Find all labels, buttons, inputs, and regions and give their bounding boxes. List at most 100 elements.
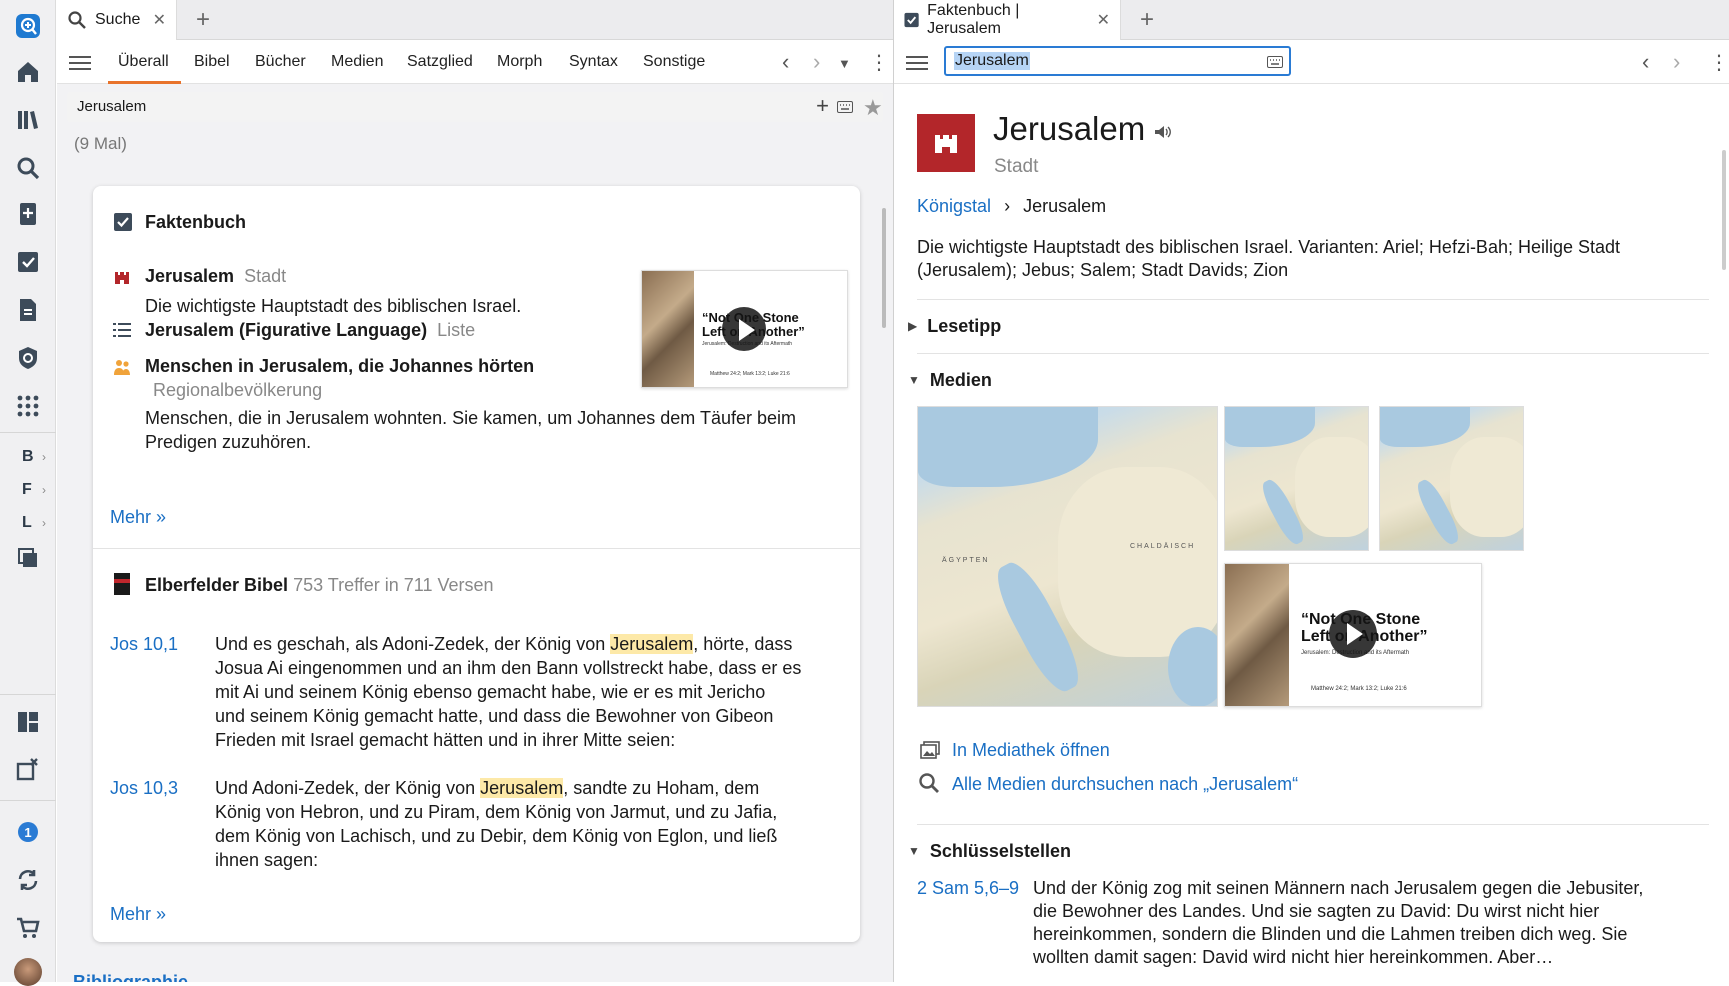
tab-medien[interactable]: Medien [331,53,383,71]
bible-more-link[interactable]: Mehr » [110,904,166,925]
chevron-right-icon: › [42,516,46,530]
back-button[interactable]: ‹ [782,49,789,75]
bibliography-heading[interactable]: Bibliographie [73,972,188,982]
cart-icon[interactable] [14,914,42,942]
tab-bibel[interactable]: Bibel [194,53,230,71]
star-icon[interactable]: ★ [863,95,883,121]
layouts-icon[interactable] [14,708,42,736]
tab-syntax[interactable]: Syntax [569,53,618,71]
library-icon[interactable] [14,106,42,134]
factbook-search-input[interactable]: Jerusalem [944,46,1291,76]
key-passage-text: hereinkommen, sondern die Blinden und di… [1033,924,1628,944]
stone-image [642,271,694,387]
section-medien[interactable]: ▼ Medien [908,370,992,391]
search-toolbar [57,40,893,84]
new-tab-button[interactable]: + [189,6,217,34]
section-schluesselstellen[interactable]: ▼ Schlüsselstellen [908,841,1071,862]
shield-icon[interactable] [14,344,42,372]
section-lesetipp[interactable]: ▶ Lesetipp [908,316,1001,337]
tab-ueberall[interactable]: Überall [108,53,181,84]
sync-icon[interactable] [14,866,42,894]
document-icon[interactable] [14,296,42,324]
home-icon[interactable] [14,58,42,86]
history-dropdown-icon[interactable]: ▼ [838,56,851,71]
search-icon[interactable] [14,154,42,182]
verse-text-line: und seinem König gemacht hatte, und dass… [215,706,774,726]
breadcrumb-current: Jerusalem [1023,196,1107,216]
page-title: Jerusalem [993,110,1146,147]
city-badge-icon [917,114,975,172]
close-tab-icon[interactable]: ✕ [1097,10,1110,30]
shortcut-b[interactable]: B [22,448,34,466]
add-icon[interactable]: + [816,93,829,119]
new-tab-button[interactable]: + [1133,6,1161,34]
fact-item-figurative[interactable]: Jerusalem (Figurative Language) Liste [145,318,475,342]
shortcut-f[interactable]: F [22,481,32,499]
panel-menu-icon[interactable] [906,52,928,72]
video-thumbnail[interactable]: “Not One StoneLeft on Another” Jerusalem… [641,270,848,388]
tab-satzglied[interactable]: Satzglied [407,53,473,71]
breadcrumb-parent[interactable]: Königstal [917,196,991,216]
forward-button[interactable]: › [813,49,820,75]
triangle-down-icon: ▼ [908,373,920,387]
play-icon[interactable] [1329,610,1377,658]
open-media-library-link[interactable]: In Mediathek öffnen [952,738,1110,762]
factbook-icon [114,213,132,231]
fact-item-people-kind: Regionalbevölkerung [153,380,323,400]
search-panel: Suche ✕ + Überall Bibel Bücher Medien Sa… [57,0,893,982]
back-button[interactable]: ‹ [1642,49,1649,75]
fact-item-jerusalem[interactable]: Jerusalem Stadt [145,264,286,288]
tab-buecher[interactable]: Bücher [255,53,306,71]
map-thumbnail-large[interactable]: ÄGYPTEN CHALDÄISCH [917,406,1218,707]
shortcut-l[interactable]: L [22,514,32,532]
app-rail: B › F › L › 1 [0,0,56,986]
verse-text-line: Frieden mit Israel gemacht hätten und in… [215,730,676,750]
keyboard-icon[interactable] [837,101,853,113]
breadcrumb: Königstal › Jerusalem [917,196,1107,216]
tab-bar: Faktenbuch | Jerusalem ✕ + [894,0,1729,40]
speaker-icon[interactable] [1154,124,1172,140]
search-input[interactable]: Jerusalem + [67,92,883,122]
logos-app-icon[interactable] [14,12,42,40]
key-passage-text: wollten damit sagen: David wird nicht hi… [1033,947,1554,967]
factbook-icon [904,12,919,28]
bible-heading[interactable]: Elberfelder Bibel 753 Treffer in 711 Ver… [145,573,494,597]
fact-more-link[interactable]: Mehr » [110,507,166,528]
tab-suche[interactable]: Suche ✕ [57,0,177,40]
notification-badge[interactable]: 1 [14,818,42,846]
apps-grid-icon[interactable] [14,392,42,420]
more-options-icon[interactable]: ⋮ [1709,50,1729,75]
tab-faktenbuch[interactable]: Faktenbuch | Jerusalem ✕ [894,0,1121,40]
close-tab-icon[interactable]: ✕ [153,10,166,30]
video-thumbnail[interactable]: “Not One StoneLeft on Another” Jerusalem… [1224,563,1482,707]
search-all-media-link[interactable]: Alle Medien durchsuchen nach „Jerusalem“ [952,772,1298,796]
more-options-icon[interactable]: ⋮ [869,50,889,75]
map-thumbnail[interactable] [1224,406,1369,551]
stone-image [1225,564,1289,706]
factbook-icon[interactable] [14,248,42,276]
entity-kind: Stadt [994,156,1039,177]
chevron-right-icon: › [42,450,46,464]
map-thumbnail[interactable] [1379,406,1524,551]
panel-menu-icon[interactable] [69,52,91,72]
copy-icon[interactable] [14,544,42,572]
tab-morph[interactable]: Morph [497,53,542,71]
verse-text-line: mit Ai und seinem König ebenso gemacht h… [215,682,766,702]
fact-item-people[interactable]: Menschen in Jerusalem, die Johannes hört… [145,354,534,378]
play-icon[interactable] [722,307,766,351]
tab-sonstige[interactable]: Sonstige [643,53,705,71]
scrollbar-thumb[interactable] [882,208,886,328]
verse-ref-jos-10-1[interactable]: Jos 10,1 [110,632,178,656]
scrollbar-thumb[interactable] [1722,150,1726,270]
bible-add-icon[interactable] [14,200,42,228]
keyboard-icon[interactable] [1267,56,1283,68]
people-group-icon [114,360,130,375]
tab-bar: Suche ✕ + [57,0,893,40]
forward-button[interactable]: › [1673,49,1680,75]
close-panels-icon[interactable] [14,755,42,783]
factbook-heading: Faktenbuch [145,212,247,232]
verse-text-line: König von Hebron, und zu Piram, dem Köni… [215,802,778,822]
verse-ref-jos-10-3[interactable]: Jos 10,3 [110,776,178,800]
fact-item-desc: Die wichtigste Hauptstadt des biblischen… [145,296,522,316]
key-passage-ref[interactable]: 2 Sam 5,6–9 [917,876,1019,900]
